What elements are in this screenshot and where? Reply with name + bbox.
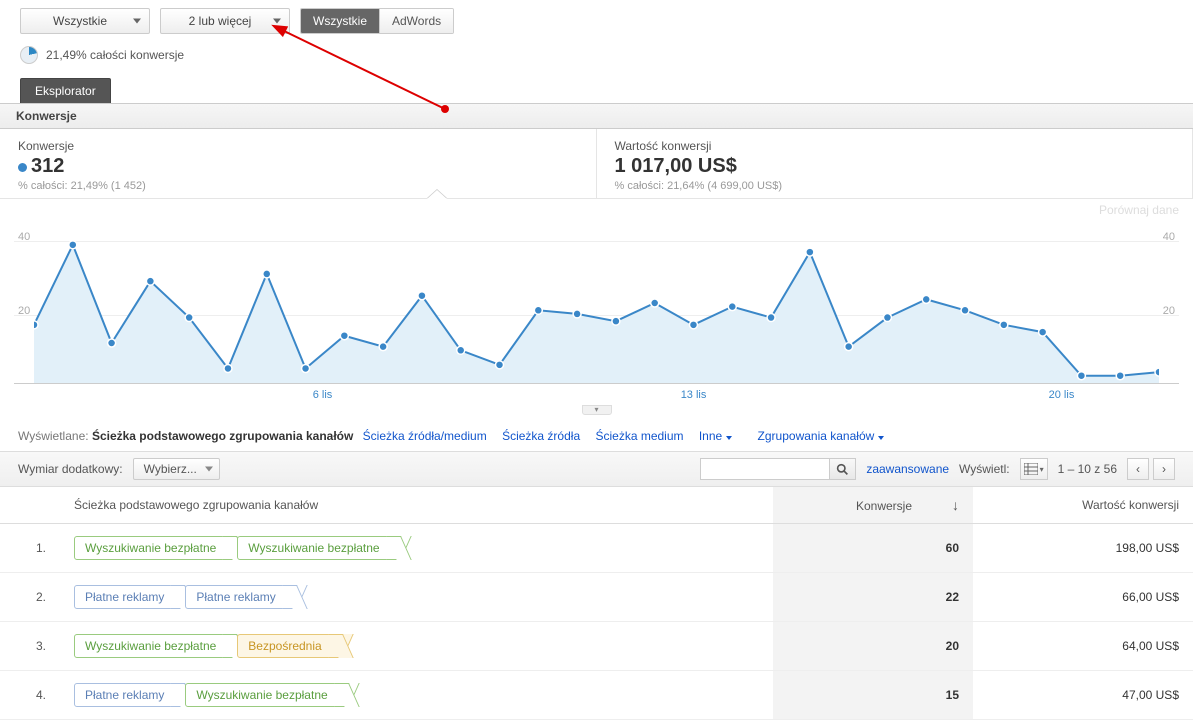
- timeline-chart[interactable]: Porównaj dane 40 40 20 20 6 lis 13 lis 2…: [14, 203, 1179, 403]
- channel-chip: Wyszukiwanie bezpłatne: [74, 634, 231, 658]
- row-value: 66,00 US$: [973, 573, 1193, 622]
- row-index: 1.: [0, 524, 60, 573]
- channel-chip: Wyszukiwanie bezpłatne: [185, 683, 342, 707]
- channel-grouping-dropdown[interactable]: Zgrupowania kanałów: [758, 429, 885, 443]
- view-table-button[interactable]: ▾: [1020, 458, 1048, 480]
- metric-value: 1 017,00 US$: [615, 155, 1175, 178]
- percent-of-total-label: 21,49% całości konwersje: [46, 48, 184, 62]
- row-value: 64,00 US$: [973, 622, 1193, 671]
- channel-chip: Bezpośrednia: [237, 634, 336, 658]
- conversion-type-dropdown[interactable]: Wszystkie: [20, 8, 150, 34]
- metric-conversion-value[interactable]: Wartość konwersji 1 017,00 US$ % całości…: [597, 129, 1193, 198]
- metric-tab-conversions[interactable]: Konwersje: [0, 104, 1193, 129]
- path-length-dropdown[interactable]: 2 lub więcej: [160, 8, 290, 34]
- channel-chip: Wyszukiwanie bezpłatne: [74, 536, 231, 560]
- metric-conversions[interactable]: Konwersje 312 % całości: 21,49% (1 452): [0, 129, 597, 198]
- table-search-input[interactable]: [700, 458, 830, 480]
- chart-svg: [34, 223, 1159, 383]
- table-row[interactable]: 3.Wyszukiwanie bezpłatneBezpośrednia2064…: [0, 622, 1193, 671]
- secondary-dimension-dropdown[interactable]: Wybierz...: [133, 458, 220, 480]
- x-tick: 20 lis: [1049, 389, 1075, 401]
- view-label: Wyświetl:: [959, 462, 1010, 476]
- chart-expand-handle[interactable]: ▾: [582, 405, 612, 415]
- sort-desc-icon: ↓: [952, 497, 959, 513]
- dimension-link[interactable]: Ścieżka źródła/medium: [363, 429, 487, 443]
- table-row[interactable]: 4.Płatne reklamyWyszukiwanie bezpłatne15…: [0, 671, 1193, 720]
- tab-explorer[interactable]: Eksplorator: [20, 78, 111, 103]
- row-path: Wyszukiwanie bezpłatneWyszukiwanie bezpł…: [60, 524, 773, 573]
- segment-toggle: Wszystkie AdWords: [300, 8, 454, 34]
- metric-dot-icon: [18, 163, 27, 172]
- row-conversions: 15: [773, 671, 973, 720]
- dimension-link[interactable]: Ścieżka źródła: [502, 429, 580, 443]
- dimension-other-dropdown[interactable]: Inne: [699, 429, 732, 443]
- next-page-button[interactable]: ›: [1153, 458, 1175, 480]
- pagination-range: 1 – 10 z 56: [1058, 462, 1117, 476]
- metric-subtext: % całości: 21,49% (1 452): [18, 180, 578, 192]
- row-path: Wyszukiwanie bezpłatneBezpośrednia: [60, 622, 773, 671]
- compare-data-link[interactable]: Porównaj dane: [1099, 203, 1179, 217]
- channel-chip: Płatne reklamy: [185, 585, 290, 609]
- metric-value: 312: [31, 155, 64, 177]
- search-icon: [836, 463, 849, 476]
- segment-all-button[interactable]: Wszystkie: [301, 9, 379, 33]
- table-row[interactable]: 2.Płatne reklamyPłatne reklamy2266,00 US…: [0, 573, 1193, 622]
- col-header-conversions[interactable]: Konwersje↓: [773, 487, 973, 524]
- table-row[interactable]: 1.Wyszukiwanie bezpłatneWyszukiwanie bez…: [0, 524, 1193, 573]
- prev-page-button[interactable]: ‹: [1127, 458, 1149, 480]
- row-conversions: 20: [773, 622, 973, 671]
- secondary-dimension-label: Wymiar dodatkowy:: [18, 462, 123, 476]
- row-index: 2.: [0, 573, 60, 622]
- dimension-link[interactable]: Ścieżka medium: [595, 429, 683, 443]
- channel-chip: Płatne reklamy: [74, 683, 179, 707]
- col-header-path[interactable]: Ścieżka podstawowego zgrupowania kanałów: [60, 487, 773, 524]
- row-value: 198,00 US$: [973, 524, 1193, 573]
- row-conversions: 22: [773, 573, 973, 622]
- metric-subtext: % całości: 21,64% (4 699,00 US$): [615, 180, 1175, 192]
- row-conversions: 60: [773, 524, 973, 573]
- channel-chip: Płatne reklamy: [74, 585, 179, 609]
- search-button[interactable]: [830, 458, 856, 480]
- row-index: 4.: [0, 671, 60, 720]
- row-value: 47,00 US$: [973, 671, 1193, 720]
- grid-icon: [1024, 463, 1038, 475]
- x-tick: 13 lis: [681, 389, 707, 401]
- metric-title: Konwersje: [18, 139, 578, 153]
- row-path: Płatne reklamyPłatne reklamy: [60, 573, 773, 622]
- metric-title: Wartość konwersji: [615, 139, 1175, 153]
- x-tick: 6 lis: [313, 389, 333, 401]
- channel-chip: Wyszukiwanie bezpłatne: [237, 536, 394, 560]
- percent-pie-icon: [20, 46, 38, 64]
- segment-adwords-button[interactable]: AdWords: [379, 9, 453, 33]
- col-header-value[interactable]: Wartość konwersji: [973, 487, 1193, 524]
- advanced-filter-link[interactable]: zaawansowane: [866, 462, 949, 476]
- row-index: 3.: [0, 622, 60, 671]
- row-path: Płatne reklamyWyszukiwanie bezpłatne: [60, 671, 773, 720]
- displayed-label: Wyświetlane:: [18, 429, 89, 443]
- primary-dimension-active[interactable]: Ścieżka podstawowego zgrupowania kanałów: [92, 429, 353, 443]
